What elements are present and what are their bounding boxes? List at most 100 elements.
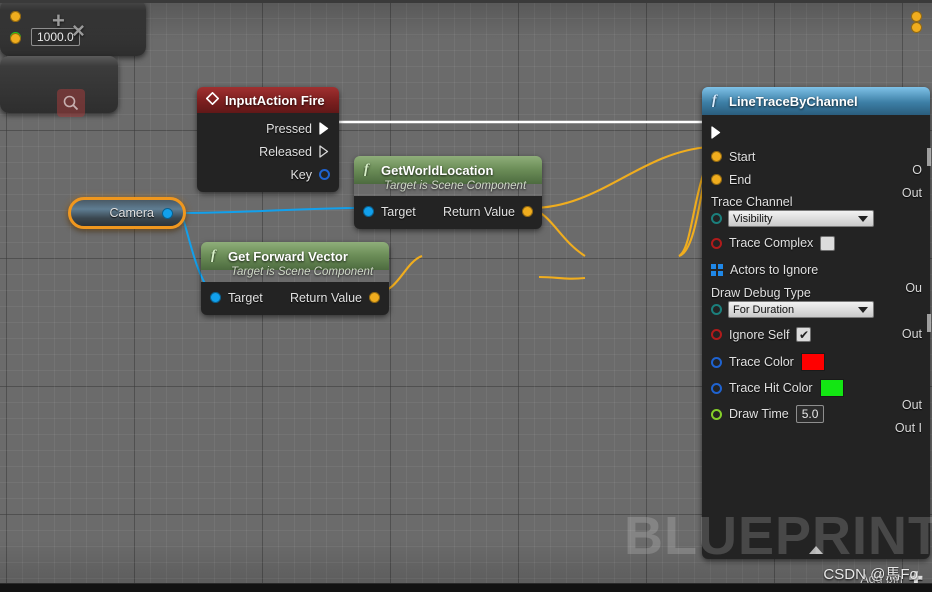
node-getworldlocation-subtitle: Target is Scene Component	[354, 180, 542, 196]
pin-ignore-self[interactable]	[711, 329, 722, 340]
exec-pin-in[interactable]	[711, 126, 722, 139]
node-multiply[interactable]: 1000.0 ×	[0, 0, 146, 56]
combo-trace-channel[interactable]: Visibility	[728, 210, 874, 227]
pin-trace-color[interactable]	[711, 357, 722, 368]
pin-trace-complex[interactable]	[711, 238, 722, 249]
node-getworldlocation-title-text: GetWorldLocation	[381, 163, 493, 178]
pin-label-end: End	[729, 173, 751, 187]
function-f-icon: f	[210, 247, 222, 265]
add-input-a-pin[interactable]	[10, 11, 21, 22]
pin-target[interactable]	[210, 292, 221, 303]
node-inputaction-fire[interactable]: InputAction Fire Pressed Released	[197, 87, 339, 192]
svg-text:f: f	[712, 93, 718, 107]
chevron-down-icon	[858, 216, 868, 222]
scrollbar-nub-top[interactable]	[927, 148, 931, 166]
node-getforwardvector[interactable]: f Get Forward Vector Target is Scene Com…	[201, 242, 389, 315]
pin-key[interactable]	[319, 169, 330, 180]
pin-row-key[interactable]: Key	[197, 163, 339, 186]
node-linetrace-body: Start End Trace Channel Visibility	[702, 115, 930, 559]
output-label-6[interactable]: Out I	[895, 421, 922, 435]
pin-label-pressed: Pressed	[266, 122, 312, 136]
search-icon	[62, 94, 80, 112]
combo-trace-channel-value: Visibility	[733, 213, 773, 225]
pin-label-target: Target	[228, 291, 263, 305]
prop-row-draw-debug-type[interactable]: For Duration	[702, 301, 930, 318]
pin-label-start: Start	[729, 150, 755, 164]
function-f-icon: f	[711, 92, 723, 110]
prop-label-actors-to-ignore: Actors to Ignore	[730, 263, 818, 277]
node-inputaction-title-text: InputAction Fire	[225, 93, 325, 108]
pin-return-value[interactable]	[369, 292, 380, 303]
pin-target[interactable]	[363, 206, 374, 217]
prop-row-trace-hit-color[interactable]: Trace Hit Color	[702, 375, 930, 401]
blueprint-graph-canvas[interactable]: Camera InputAction Fire Pressed	[0, 0, 932, 592]
exec-pin-released[interactable]	[319, 145, 330, 158]
diamond-icon	[206, 92, 219, 108]
pin-row-start[interactable]: Start	[702, 145, 930, 168]
pin-label-released: Released	[259, 145, 312, 159]
output-label-3[interactable]: Ou	[905, 281, 922, 295]
prop-label-ignore-self: Ignore Self	[729, 328, 789, 342]
camera-output-pin[interactable]	[162, 208, 173, 219]
pin-trace-channel[interactable]	[711, 213, 722, 224]
camera-label: Camera	[110, 206, 154, 220]
add-operator-glyph: +	[52, 10, 65, 32]
svg-text:f: f	[211, 248, 217, 262]
node-getworldlocation[interactable]: f GetWorldLocation Target is Scene Compo…	[354, 156, 542, 229]
node-getforwardvector-title-text: Get Forward Vector	[228, 249, 348, 264]
scrollbar-nub-middle[interactable]	[927, 314, 931, 332]
pin-label-return-value: Return Value	[443, 205, 515, 219]
prop-row-trace-channel[interactable]: Visibility	[702, 210, 930, 227]
add-output-pin[interactable]	[911, 11, 922, 22]
prop-row-trace-complex[interactable]: Trace Complex	[702, 229, 930, 257]
function-f-icon: f	[363, 161, 375, 179]
pin-row-released[interactable]: Released	[197, 140, 339, 163]
prop-row-ignore-self[interactable]: Ignore Self ✔	[702, 320, 930, 349]
pin-row-end[interactable]: End	[702, 168, 930, 191]
swatch-trace-color[interactable]	[801, 353, 825, 371]
pin-trace-hit-color[interactable]	[711, 383, 722, 394]
pin-label-key: Key	[290, 168, 312, 182]
search-icon-button[interactable]	[57, 89, 85, 117]
output-label-5[interactable]: Out	[902, 398, 922, 412]
prop-label-draw-time: Draw Time	[729, 407, 789, 421]
pin-draw-time[interactable]	[711, 409, 722, 420]
pin-row-target[interactable]: Target Return Value	[354, 200, 542, 223]
collapse-triangle-icon[interactable]	[809, 546, 823, 554]
multiply-output-pin[interactable]	[911, 22, 922, 33]
chevron-down-icon	[858, 307, 868, 313]
node-linetracebychannel[interactable]: f LineTraceByChannel Start	[702, 87, 930, 559]
bottom-edge-bar	[0, 583, 932, 592]
pin-row-target[interactable]: Target Return Value	[201, 286, 389, 309]
combo-draw-debug-type[interactable]: For Duration	[728, 301, 874, 318]
pin-row-pressed[interactable]: Pressed	[197, 117, 339, 140]
swatch-trace-hit-color[interactable]	[820, 379, 844, 397]
output-label-4[interactable]: Out	[902, 327, 922, 341]
add-input-b-pin[interactable]	[10, 33, 21, 44]
svg-text:f: f	[364, 162, 370, 176]
top-edge-bar	[0, 0, 932, 3]
node-getforwardvector-subtitle: Target is Scene Component	[201, 266, 389, 282]
pin-label-return-value: Return Value	[290, 291, 362, 305]
exec-pin-pressed[interactable]	[319, 122, 330, 135]
pin-draw-debug-type[interactable]	[711, 304, 722, 315]
node-getforwardvector-body: Target Return Value	[201, 282, 389, 315]
csdn-credit: CSDN @馬Fo.	[823, 563, 922, 584]
prop-row-trace-color[interactable]: Trace Color	[702, 349, 930, 375]
array-pin-icon[interactable]	[711, 264, 723, 276]
pin-return-value[interactable]	[522, 206, 533, 217]
checkbox-ignore-self[interactable]: ✔	[796, 327, 811, 342]
prop-trace-channel: Trace Channel Visibility	[702, 194, 930, 229]
node-camera[interactable]: Camera	[68, 197, 186, 229]
prop-label-trace-channel: Trace Channel	[702, 195, 930, 209]
field-draw-time[interactable]: 5.0	[796, 405, 825, 423]
pin-start[interactable]	[711, 151, 722, 162]
output-label-1[interactable]: O	[912, 163, 922, 177]
checkbox-trace-complex[interactable]	[820, 236, 835, 251]
multiply-operator-glyph: ×	[72, 20, 85, 42]
pin-end[interactable]	[711, 174, 722, 185]
node-linetrace-title-text: LineTraceByChannel	[729, 94, 858, 109]
output-label-2[interactable]: Out	[902, 186, 922, 200]
prop-row-actors-to-ignore[interactable]: Actors to Ignore	[702, 257, 930, 282]
pin-row-exec-in[interactable]	[702, 119, 930, 145]
